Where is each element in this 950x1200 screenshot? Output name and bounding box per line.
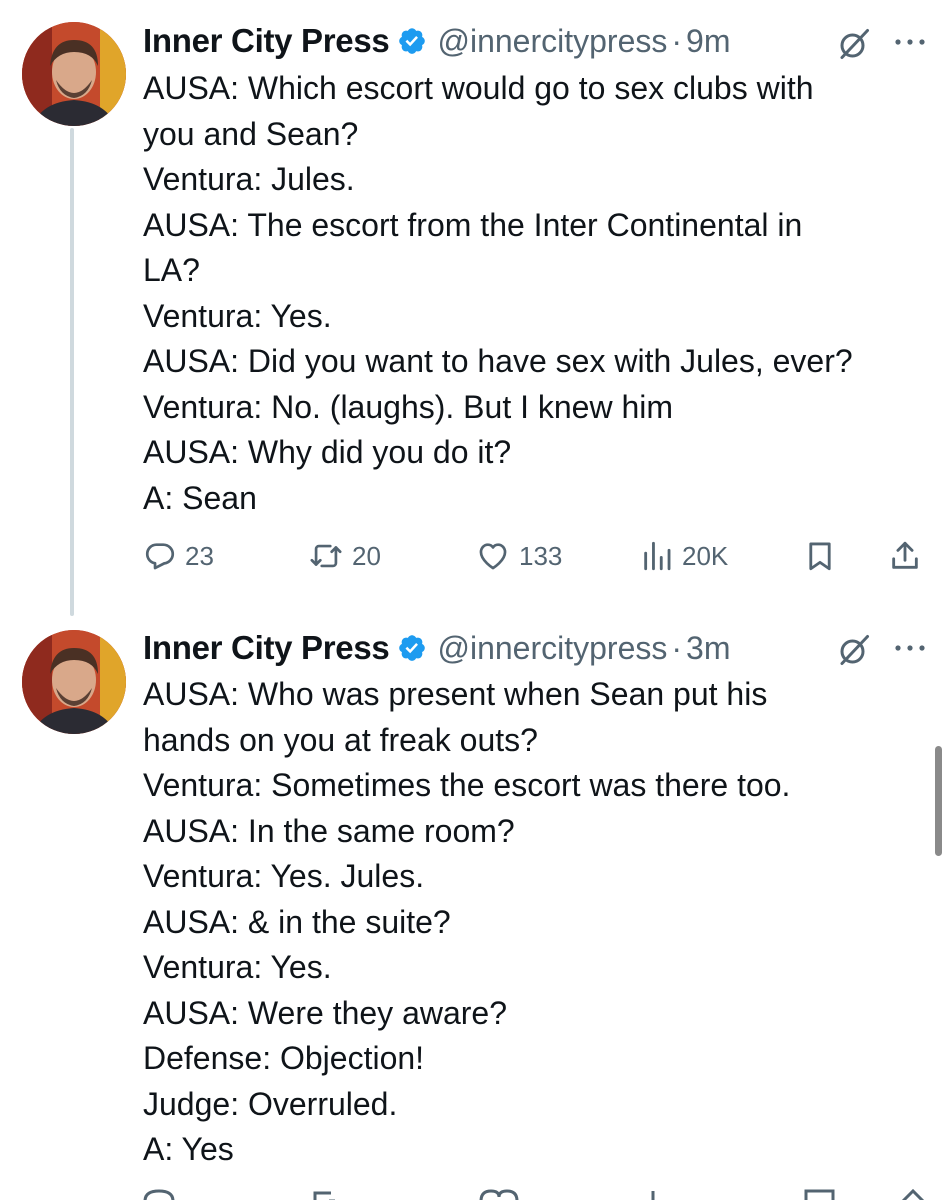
tweet-text-line: AUSA: The escort from the Inter Continen… [143, 206, 803, 243]
bookmark-button[interactable] [803, 533, 837, 579]
heart-icon [479, 543, 507, 570]
tweet-text: AUSA: Who was present when Sean put his … [143, 672, 933, 1173]
views-button[interactable]: 20K [640, 533, 728, 579]
repost-count: 20 [352, 540, 381, 571]
reply-icon [145, 543, 175, 570]
tweet-text-line: Ventura: Sometimes the escort was there … [143, 767, 791, 803]
tweet-text-line: AUSA: Why did you do it? [143, 434, 512, 470]
tweet-header: Inner City Press @innercitypress · 3m [143, 623, 730, 673]
bookmark-icon [809, 542, 831, 571]
more-icon[interactable] [892, 636, 928, 660]
tweet-text-line: AUSA: In the same room? [143, 812, 515, 849]
avatar-photo-icon [22, 630, 126, 734]
tweet-text-line: Ventura: No. (laughs). But I knew him [143, 388, 674, 425]
repost-icon [310, 544, 342, 568]
tweet-text-line: AUSA: Which escort would go to sex clubs… [143, 70, 814, 106]
tweet-text-line: AUSA: Who was present when Sean put his [143, 676, 768, 712]
tweet-text-line: LA? [143, 252, 200, 288]
author-name[interactable]: Inner City Press [143, 22, 390, 60]
thread-connector-line [70, 128, 74, 616]
tweet-header: Inner City Press @innercitypress · 9m [143, 16, 730, 66]
tweet-timestamp[interactable]: 3m [686, 630, 730, 667]
tweet-text-line: Ventura: Yes. Jules. [143, 858, 425, 894]
tweet-text-line: hands on you at freak outs? [143, 721, 538, 758]
tweet-action-bar-partial [143, 1188, 933, 1200]
tweet-text-line: Ventura: Yes. [143, 949, 332, 985]
avatar-photo-icon [22, 22, 126, 126]
tweet-text-line: Ventura: Jules. [143, 161, 355, 197]
tweet-text: AUSA: Which escort would go to sex clubs… [143, 66, 933, 521]
grok-icon[interactable] [836, 632, 872, 668]
author-name[interactable]: Inner City Press [143, 629, 390, 667]
tweet-text-line: AUSA: & in the suite? [143, 903, 451, 940]
share-icon [892, 541, 918, 569]
share-button[interactable] [888, 533, 922, 579]
views-count: 20K [682, 540, 729, 571]
more-icon[interactable] [892, 30, 928, 54]
reply-button[interactable]: 23 [143, 533, 214, 579]
separator-dot: · [671, 22, 683, 59]
repost-button[interactable]: 20 [308, 533, 381, 579]
author-avatar[interactable] [22, 630, 126, 734]
like-button[interactable]: 133 [475, 533, 562, 579]
author-handle[interactable]: @innercitypress [437, 23, 667, 60]
tweet-text-line: Ventura: Yes. [143, 297, 332, 334]
views-chart-icon [644, 541, 671, 571]
author-handle[interactable]: @innercitypress [437, 630, 667, 667]
tweet-timestamp[interactable]: 9m [686, 23, 730, 60]
verified-badge-icon [397, 26, 427, 56]
tweet-text-line: A: Yes [143, 1131, 234, 1167]
tweet-text-line: you and Sean? [143, 115, 359, 152]
reply-count: 23 [185, 540, 214, 571]
tweet-text-line: AUSA: Were they aware? [143, 994, 508, 1031]
tweet-text-line: A: Sean [143, 479, 257, 516]
tweet-text-line: Defense: Objection! [143, 1040, 425, 1076]
scrollbar-thumb[interactable] [935, 746, 942, 856]
verified-badge-icon [397, 633, 427, 663]
tweet-action-bar: 23 20 133 20K [143, 533, 933, 579]
separator-dot: · [671, 629, 683, 666]
tweet-text-line: AUSA: Did you want to have sex with Jule… [143, 343, 853, 379]
grok-icon[interactable] [836, 26, 872, 62]
action-icons-cropped [143, 1188, 925, 1200]
tweet-text-line: Judge: Overruled. [143, 1085, 398, 1122]
author-avatar[interactable] [22, 22, 126, 126]
like-count: 133 [519, 540, 563, 571]
